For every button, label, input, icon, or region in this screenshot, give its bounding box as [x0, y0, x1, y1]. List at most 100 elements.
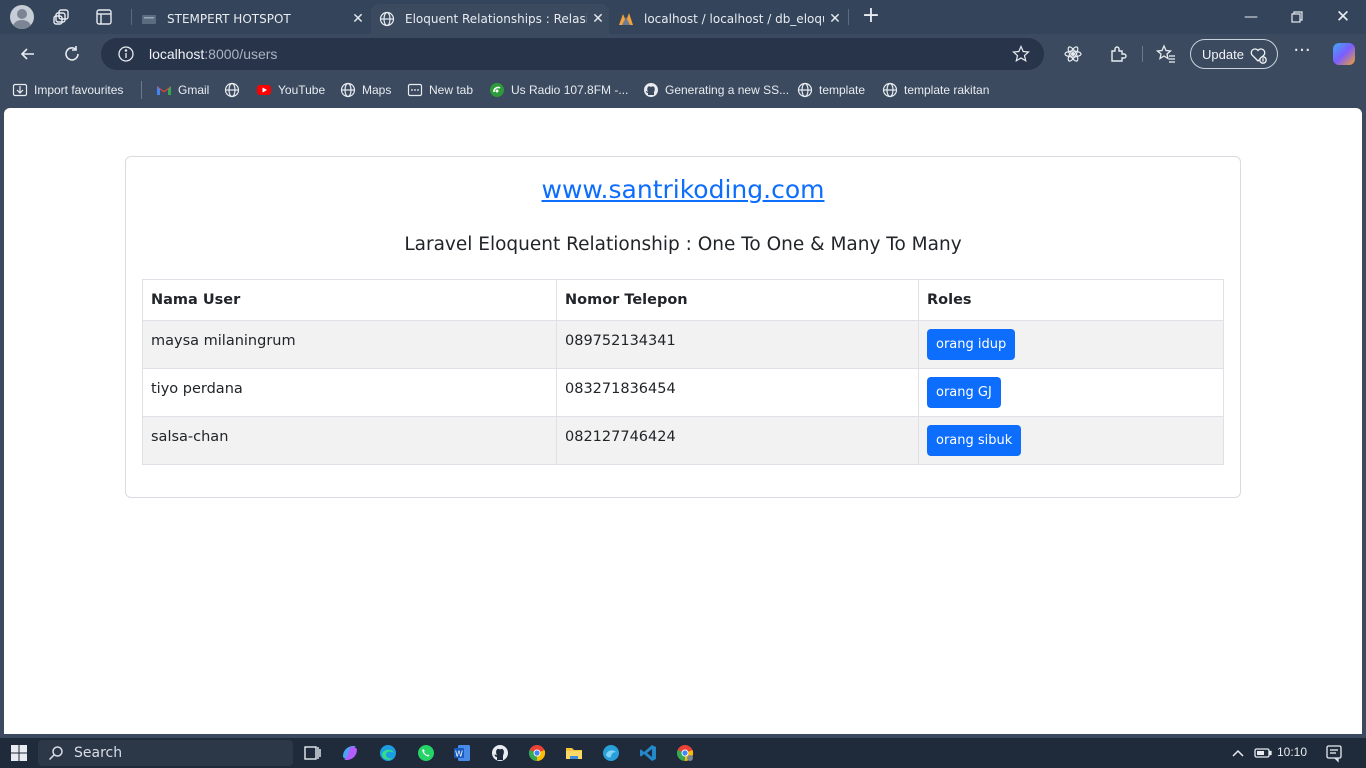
- browser-toolbar: localhost:8000/users Update ···: [0, 34, 1366, 74]
- copilot-icon[interactable]: [1333, 43, 1355, 65]
- fav-globe[interactable]: [224, 81, 246, 99]
- extensions-icon[interactable]: [1108, 44, 1128, 64]
- user-roles-cell: orang sibuk: [918, 416, 1224, 465]
- fav-label: Import favourites: [34, 83, 124, 97]
- newtab-icon: [407, 83, 423, 97]
- address-bar[interactable]: localhost:8000/users: [101, 38, 1044, 70]
- clock-time[interactable]: 10:10: [1277, 745, 1307, 759]
- minimize-icon[interactable]: —: [1242, 8, 1260, 26]
- edge-icon[interactable]: [378, 743, 398, 763]
- close-tab-icon[interactable]: ✕: [824, 11, 846, 27]
- taskbar-search[interactable]: Search: [38, 740, 293, 766]
- new-tab-button[interactable]: +: [860, 5, 882, 28]
- battery-icon[interactable]: [1253, 743, 1273, 763]
- user-name-cell: tiyo perdana: [142, 368, 557, 417]
- globe-icon: [882, 82, 898, 98]
- tab-stempert-hotspot[interactable]: STEMPERT HOTSPOT ✕: [133, 4, 369, 34]
- github-icon: [644, 83, 658, 97]
- more-options-icon[interactable]: ···: [1292, 42, 1312, 64]
- table-row: salsa-chan 082127746424 orang sibuk: [142, 416, 1224, 465]
- user-roles-cell: orang GJ: [918, 368, 1224, 417]
- svg-text:W: W: [455, 750, 463, 759]
- fav-label: New tab: [429, 83, 474, 97]
- tab-eloquent-relationships[interactable]: Eloquent Relationships : Relasi One ✕: [371, 4, 609, 34]
- user-roles-cell: orang idup: [918, 320, 1224, 369]
- profile-avatar[interactable]: [10, 5, 34, 29]
- tab-actions-icon[interactable]: [95, 8, 113, 26]
- favourites-divider: [141, 81, 142, 99]
- fav-template-rakitan[interactable]: template rakitan: [882, 81, 989, 99]
- windows-start-icon[interactable]: [9, 743, 29, 763]
- close-tab-icon[interactable]: ✕: [347, 11, 369, 27]
- whatsapp-icon[interactable]: [416, 743, 436, 763]
- youtube-icon: [257, 85, 271, 95]
- fav-us-radio[interactable]: Us Radio 107.8FM -...: [489, 81, 628, 99]
- user-phone-cell: 082127746424: [556, 416, 919, 465]
- table-row: maysa milaningrum 089752134341 orang idu…: [142, 320, 1224, 369]
- fav-label: Maps: [362, 83, 392, 97]
- vscode-icon[interactable]: [638, 743, 658, 763]
- notifications-icon[interactable]: [1324, 743, 1344, 763]
- chevron-up-icon[interactable]: [1228, 743, 1248, 763]
- site-link[interactable]: www.santrikoding.com: [126, 175, 1240, 204]
- user-name-cell: maysa milaningrum: [142, 320, 557, 369]
- phpmyadmin-icon: [619, 13, 633, 25]
- chrome-profile-icon[interactable]: [675, 743, 695, 763]
- favourites-bar: Import favourites Gmail YouTube Maps New…: [0, 74, 1366, 106]
- table-row: tiyo perdana 083271836454 orang GJ: [142, 368, 1224, 417]
- update-button[interactable]: Update: [1190, 39, 1278, 69]
- chrome-icon[interactable]: [527, 743, 547, 763]
- fav-generating-ssh[interactable]: Generating a new SS...: [643, 81, 789, 99]
- users-card: www.santrikoding.com Laravel Eloquent Re…: [125, 156, 1241, 498]
- store-app-icon[interactable]: [601, 743, 621, 763]
- radio-icon: [490, 83, 504, 97]
- tab-strip: STEMPERT HOTSPOT ✕ Eloquent Relationship…: [0, 0, 1366, 34]
- table-header-row: Nama User Nomor Telepon Roles: [142, 279, 1224, 321]
- user-phone-cell: 083271836454: [556, 368, 919, 417]
- page-viewport: www.santrikoding.com Laravel Eloquent Re…: [4, 108, 1362, 734]
- url-text[interactable]: localhost:8000/users: [149, 46, 277, 62]
- workspaces-icon[interactable]: [53, 8, 71, 26]
- fav-label: YouTube: [278, 83, 326, 97]
- fav-new-tab[interactable]: New tab: [407, 81, 473, 99]
- fav-label: Us Radio 107.8FM -...: [511, 83, 629, 97]
- refresh-icon[interactable]: [62, 44, 82, 64]
- fav-label: Generating a new SS...: [665, 83, 790, 97]
- fav-label: template: [819, 83, 866, 97]
- import-icon: [12, 83, 28, 97]
- react-devtools-icon[interactable]: [1063, 44, 1083, 64]
- column-header-nama-user: Nama User: [142, 279, 557, 321]
- tab-title: localhost / localhost / db_eloquent: [644, 12, 824, 26]
- search-icon: [48, 746, 63, 761]
- tab-phpmyadmin[interactable]: localhost / localhost / db_eloquent ✕: [610, 4, 846, 34]
- fav-youtube[interactable]: YouTube: [256, 81, 325, 99]
- github-desktop-icon[interactable]: [490, 743, 510, 763]
- gmail-icon: [157, 86, 171, 95]
- taskbar: Search W 10:10: [0, 738, 1366, 768]
- back-icon[interactable]: [18, 44, 38, 64]
- role-button[interactable]: orang sibuk: [927, 425, 1022, 456]
- update-label: Update: [1202, 46, 1244, 62]
- fav-label: Gmail: [178, 83, 210, 97]
- heart-pulse-icon: [1250, 48, 1267, 64]
- copilot-taskbar-icon[interactable]: [340, 743, 360, 763]
- favorites-icon[interactable]: [1156, 44, 1176, 64]
- task-view-icon[interactable]: [302, 743, 322, 763]
- role-button[interactable]: orang GJ: [927, 377, 1001, 408]
- page-icon: [142, 15, 156, 24]
- fav-gmail[interactable]: Gmail: [156, 81, 209, 99]
- fav-import-favourites[interactable]: Import favourites: [12, 81, 123, 99]
- users-table: Nama User Nomor Telepon Roles maysa mila…: [142, 279, 1224, 465]
- close-window-icon[interactable]: ✕: [1334, 8, 1352, 26]
- restore-icon[interactable]: [1288, 8, 1306, 26]
- role-button[interactable]: orang idup: [927, 329, 1016, 360]
- site-info-icon[interactable]: [117, 45, 135, 63]
- close-tab-icon[interactable]: ✕: [587, 11, 609, 27]
- search-label: Search: [74, 745, 123, 761]
- column-header-nomor-telepon: Nomor Telepon: [556, 279, 919, 321]
- favorite-star-icon[interactable]: [1012, 45, 1030, 63]
- fav-maps[interactable]: Maps: [340, 81, 391, 99]
- fav-template[interactable]: template: [797, 81, 865, 99]
- word-icon[interactable]: W: [452, 743, 472, 763]
- file-explorer-icon[interactable]: [564, 743, 584, 763]
